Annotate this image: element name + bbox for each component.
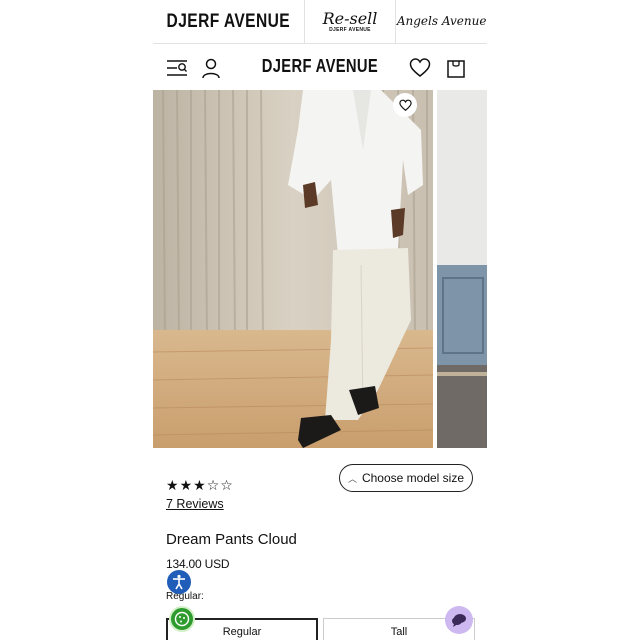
chevron-up-icon: ︿ — [347, 473, 357, 484]
reviews-link[interactable]: 7 Reviews — [166, 497, 224, 511]
accessibility-button[interactable] — [167, 570, 191, 594]
rating-star: ☆ — [220, 478, 233, 494]
brand-tab-resell[interactable]: Re-sell DJERF AVENUE — [305, 0, 397, 43]
choose-model-size-label: Choose model size — [361, 471, 465, 485]
rating-star: ★ — [166, 478, 179, 494]
cookie-settings-button[interactable] — [169, 606, 195, 632]
product-image-main[interactable] — [153, 90, 433, 448]
resell-logo: Re-sell DJERF AVENUE — [322, 8, 378, 33]
rating-star: ★ — [193, 478, 206, 494]
product-image-next[interactable] — [437, 90, 487, 448]
gallery-wishlist-button[interactable] — [393, 93, 417, 117]
brand-switcher: DJERF AVENUE Re-sell DJERF AVENUE Angels… — [153, 0, 487, 44]
brand-tab-label: DJERF AVENUE — [166, 10, 291, 32]
brand-tab-angels-avenue[interactable]: Angels Avenue — [396, 0, 487, 43]
site-logo[interactable]: DJERF AVENUE — [153, 56, 487, 77]
rating-stars[interactable]: ★ ★ ★ ☆ ☆ — [166, 479, 233, 493]
rating-star: ☆ — [206, 478, 220, 494]
rating-star: ★ — [179, 478, 193, 494]
accessibility-icon — [173, 574, 185, 590]
resell-logo-text: Re-sell — [322, 8, 378, 28]
choose-model-size-button[interactable]: ︿ Choose model size — [339, 464, 473, 492]
fit-option-label: Regular — [222, 626, 262, 638]
product-photo-next — [437, 90, 487, 448]
product-image-gallery[interactable] — [153, 90, 487, 448]
product-title: Dream Pants Cloud — [166, 531, 297, 548]
resell-logo-sublabel: DJERF AVENUE — [329, 26, 371, 33]
fit-option-label: Tall — [390, 626, 408, 638]
brand-tab-djerf-avenue[interactable]: DJERF AVENUE — [153, 0, 305, 43]
cookie-icon — [174, 611, 190, 627]
wishlist-heart-icon[interactable] — [409, 57, 431, 79]
site-logo-text: DJERF AVENUE — [261, 56, 379, 76]
angels-avenue-logo: Angels Avenue — [396, 14, 487, 28]
site-header: DJERF AVENUE — [153, 44, 487, 90]
chat-button[interactable] — [445, 606, 473, 634]
chat-icon — [452, 614, 466, 627]
product-photo — [153, 90, 433, 448]
product-page: DJERF AVENUE Re-sell DJERF AVENUE Angels… — [153, 0, 487, 640]
heart-icon — [398, 99, 412, 111]
cart-bag-icon[interactable] — [445, 57, 467, 79]
fit-label: Regular: — [166, 591, 204, 602]
product-price: 134.00 USD — [166, 557, 230, 571]
